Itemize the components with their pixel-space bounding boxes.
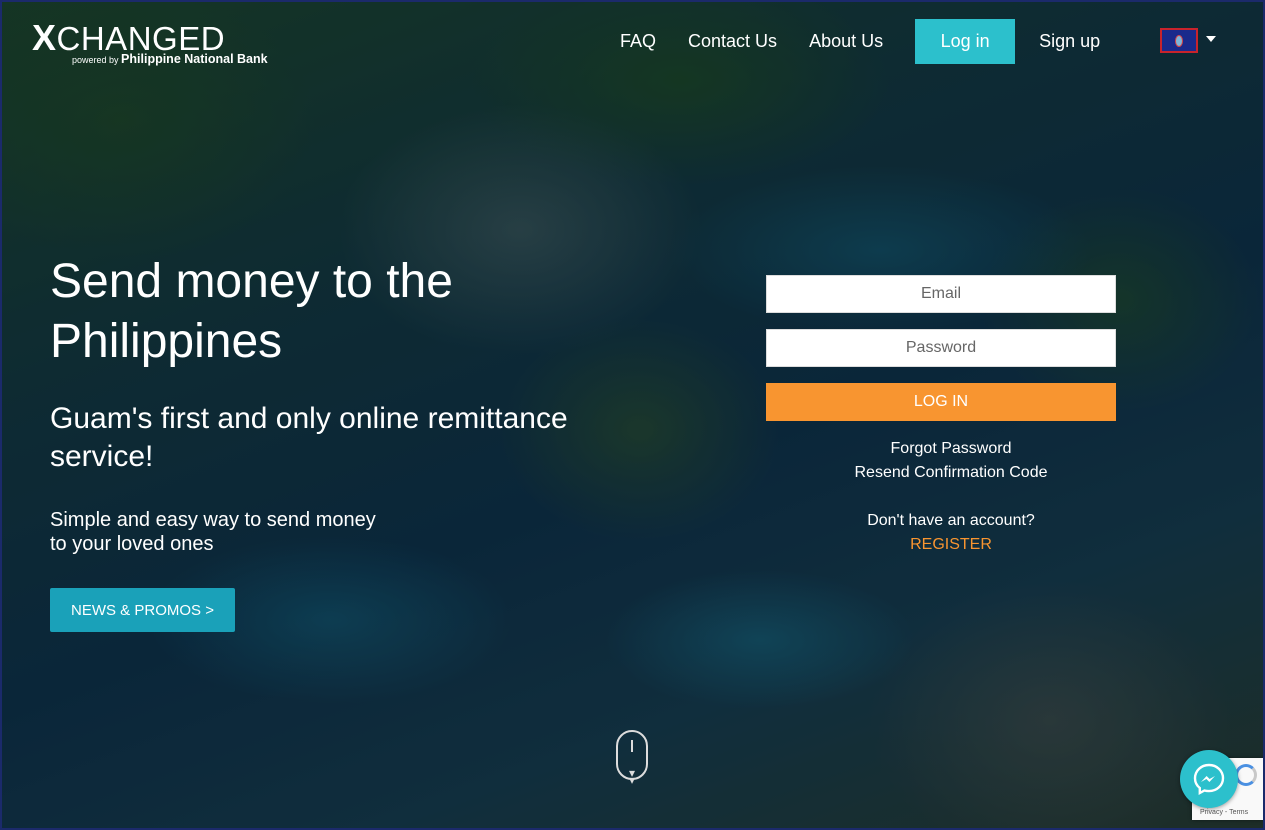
recaptcha-separator: - xyxy=(1224,809,1228,816)
register-link[interactable]: REGISTER xyxy=(800,536,1102,554)
tagline-line-2: to your loved ones xyxy=(50,533,214,555)
hero-tagline: Simple and easy way to send money to you… xyxy=(50,508,410,556)
nav-contact-link[interactable]: Contact Us xyxy=(688,31,777,52)
password-field[interactable] xyxy=(766,329,1116,367)
logo-x: X xyxy=(32,17,57,58)
brand-logo[interactable]: XCHANGED powered by Philippine National … xyxy=(32,17,268,67)
recaptcha-terms-link[interactable]: Terms xyxy=(1229,809,1248,816)
messenger-icon xyxy=(1193,763,1225,796)
top-nav: FAQ Contact Us About Us Log in Sign up xyxy=(620,19,1132,64)
recaptcha-links: Privacy - Terms xyxy=(1200,809,1248,816)
flag-seal xyxy=(1175,34,1183,47)
hero-subhead: Guam's first and only online remittance … xyxy=(50,402,568,473)
resend-code-link[interactable]: Resend Confirmation Code xyxy=(800,464,1102,482)
chevron-down-icon[interactable] xyxy=(1206,36,1216,42)
logo-powered-by: powered by xyxy=(72,55,119,65)
scroll-arrow-icon: ▾ ▾ xyxy=(628,766,636,787)
nav-login-button[interactable]: Log in xyxy=(915,19,1016,64)
guam-flag-icon[interactable] xyxy=(1160,28,1198,53)
recaptcha-privacy-link[interactable]: Privacy xyxy=(1200,809,1223,816)
email-field[interactable] xyxy=(766,275,1116,313)
logo-subtitle: powered by Philippine National Bank xyxy=(72,52,268,66)
messenger-chat-button[interactable] xyxy=(1180,750,1238,808)
no-account-text: Don't have an account? xyxy=(867,512,1035,529)
recaptcha-icon xyxy=(1235,764,1257,786)
login-submit-button[interactable]: LOG IN xyxy=(766,383,1116,421)
tagline-line-1: Simple and easy way to send money xyxy=(50,509,376,531)
nav-signup-link[interactable]: Sign up xyxy=(1039,31,1100,52)
logo-bank-name: Philippine National Bank xyxy=(121,52,268,66)
nav-about-link[interactable]: About Us xyxy=(809,31,883,52)
news-promos-button[interactable]: NEWS & PROMOS > xyxy=(50,588,235,632)
nav-faq-link[interactable]: FAQ xyxy=(620,31,656,52)
forgot-password-link[interactable]: Forgot Password xyxy=(800,440,1102,458)
hero-headline: Send money to the Philippines xyxy=(50,255,453,368)
